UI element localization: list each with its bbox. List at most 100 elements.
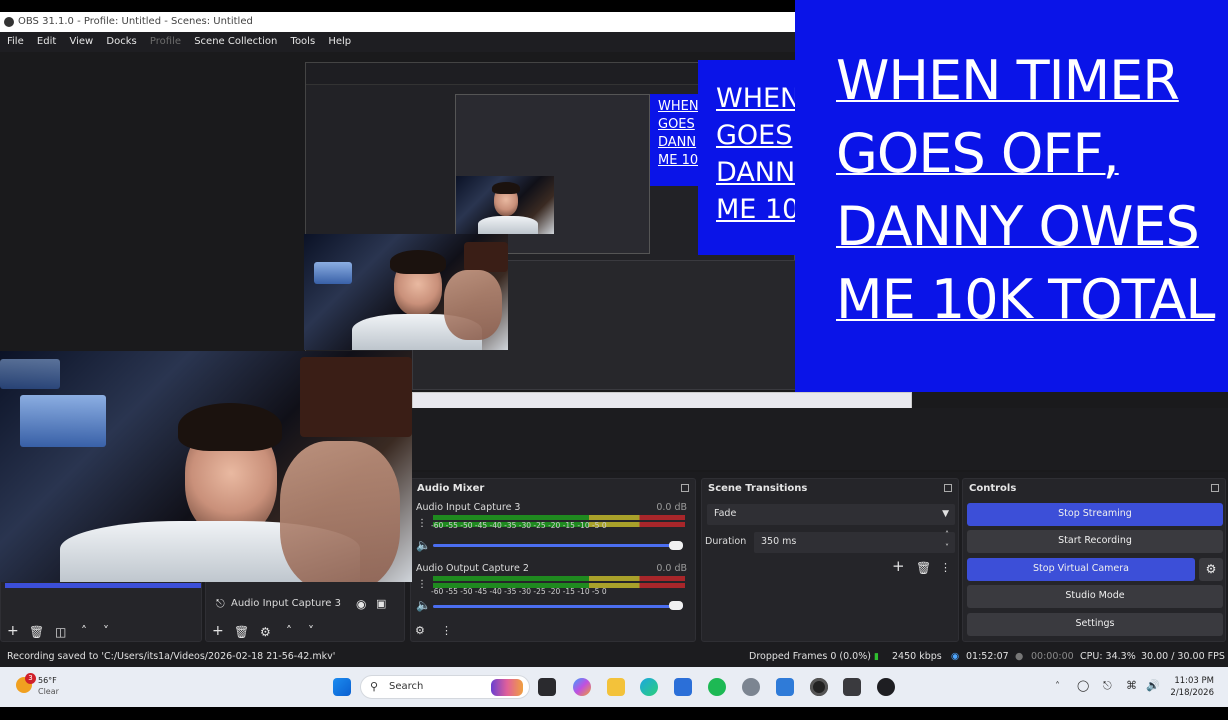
window-title: OBS 31.1.0 - Profile: Untitled - Scenes:… <box>18 16 253 27</box>
file-explorer-icon[interactable] <box>607 678 625 696</box>
scene-transitions-title: Scene Transitions <box>708 483 808 494</box>
channel-2-menu-icon[interactable]: ⋮ <box>417 579 427 591</box>
weather-temp: 56°F <box>38 676 57 685</box>
scene-filter-icon[interactable]: ◫ <box>55 626 66 638</box>
cpu-usage: CPU: 34.3% <box>1080 651 1136 662</box>
store-icon[interactable] <box>674 678 692 696</box>
overlay-line-4: ME 10K TOTAL <box>836 268 1215 331</box>
taskbar-search[interactable]: ⚲ Search <box>360 675 530 699</box>
popout-icon[interactable] <box>1211 484 1219 492</box>
add-source-icon[interactable]: + <box>212 624 224 638</box>
fps: 30.00 / 30.00 FPS <box>1141 651 1225 662</box>
duration-spinbox[interactable]: 350 ms ˄ ˅ <box>754 530 955 553</box>
audio-mixer-title: Audio Mixer <box>417 483 485 494</box>
popout-icon[interactable] <box>681 484 689 492</box>
dropped-frames: Dropped Frames 0 (0.0%) <box>749 651 871 662</box>
clock-app-icon[interactable] <box>843 678 861 696</box>
move-up-icon[interactable]: ˄ <box>286 625 292 637</box>
mixer-settings-icon[interactable]: ⚙ <box>415 625 425 637</box>
stop-virtual-camera-button[interactable]: Stop Virtual Camera <box>967 558 1195 581</box>
scene-transitions-dock: Scene Transitions Fade ▼ Duration 350 ms… <box>701 478 959 642</box>
menu-tools[interactable]: Tools <box>291 36 316 47</box>
tray-chevron-icon[interactable]: ˄ <box>1055 681 1060 693</box>
signal-bars-icon: ▮ <box>874 652 879 662</box>
wifi-icon[interactable]: ⌘ <box>1126 680 1137 692</box>
channel-2-volume-slider[interactable] <box>433 605 683 608</box>
edge-icon[interactable] <box>640 678 658 696</box>
weather-widget[interactable]: 3 56°F Clear <box>14 673 74 701</box>
webcam-feed-mid <box>304 234 508 350</box>
transition-select-value: Fade <box>714 508 737 519</box>
remove-transition-icon[interactable]: 🗑 <box>916 562 931 574</box>
channel-1-volume-knob[interactable] <box>669 541 683 550</box>
gear-icon: ⚙ <box>1205 562 1217 576</box>
chevron-down-icon: ▼ <box>942 509 949 519</box>
virtual-camera-settings-button[interactable]: ⚙ <box>1199 558 1223 581</box>
stop-streaming-button[interactable]: Stop Streaming <box>967 503 1223 526</box>
spotify-icon[interactable] <box>708 678 726 696</box>
channel-1-name: Audio Input Capture 3 <box>416 502 521 513</box>
overlay-line-3: DANNY OWES <box>836 195 1200 258</box>
remove-source-icon[interactable]: 🗑 <box>234 626 249 638</box>
settings-gear-icon[interactable] <box>742 678 760 696</box>
channel-2-name: Audio Output Capture 2 <box>416 563 529 574</box>
channel-2-volume-knob[interactable] <box>669 601 683 610</box>
menu-view[interactable]: View <box>69 36 93 47</box>
taskbar-clock[interactable]: 11:03 PM 2/18/2026 <box>1164 674 1218 700</box>
overlay-line-1: WHEN TIMER <box>836 49 1180 112</box>
status-bar: Recording saved to 'C:/Users/its1a/Video… <box>0 647 1228 667</box>
tray-network-icon[interactable]: ◯ <box>1077 680 1089 692</box>
menu-edit[interactable]: Edit <box>37 36 56 47</box>
obs-taskbar-icon[interactable] <box>810 678 828 696</box>
bitrate: 2450 kbps <box>892 651 942 662</box>
menu-file[interactable]: File <box>7 36 24 47</box>
studio-mode-button[interactable]: Studio Mode <box>967 585 1223 608</box>
popout-icon[interactable] <box>944 484 952 492</box>
menu-help[interactable]: Help <box>328 36 351 47</box>
visibility-eye-icon[interactable]: ◉ <box>356 598 366 610</box>
tray-mic-icon[interactable]: ⎋ <box>1103 680 1112 692</box>
record-indicator-icon: ● <box>1015 651 1024 662</box>
add-transition-icon[interactable]: + <box>892 559 905 574</box>
task-view-icon[interactable] <box>538 678 556 696</box>
copilot-icon[interactable] <box>573 678 591 696</box>
source-item[interactable]: ⎋ Audio Input Capture 3 ◉ ▣ <box>212 595 400 613</box>
spin-arrows-icon[interactable]: ˄ ˅ <box>945 528 949 554</box>
channel-2-speaker-icon[interactable]: 🔈 <box>416 599 431 611</box>
source-properties-icon[interactable]: ⚙ <box>260 626 271 638</box>
add-scene-icon[interactable]: + <box>7 624 19 638</box>
stream-indicator-icon: ◉ <box>951 651 960 662</box>
remote-desktop-icon[interactable] <box>776 678 794 696</box>
remove-scene-icon[interactable]: 🗑 <box>29 626 44 638</box>
mixer-menu-icon[interactable]: ⋮ <box>441 625 452 637</box>
start-button-icon[interactable] <box>333 678 351 696</box>
menu-profile[interactable]: Profile <box>150 36 181 47</box>
search-icon: ⚲ <box>370 680 379 693</box>
channel-1-meter <box>433 515 685 520</box>
scene-down-icon[interactable]: ˅ <box>103 625 109 637</box>
channel-1-menu-icon[interactable]: ⋮ <box>417 518 427 530</box>
weather-badge: 3 <box>25 673 36 684</box>
menu-docks[interactable]: Docks <box>106 36 136 47</box>
scene-up-icon[interactable]: ˄ <box>81 625 87 637</box>
media-player-icon[interactable] <box>877 678 895 696</box>
channel-1-volume-slider[interactable] <box>433 544 683 547</box>
settings-button[interactable]: Settings <box>967 613 1223 636</box>
volume-icon[interactable]: 🔊 <box>1146 680 1160 692</box>
lock-icon[interactable]: ▣ <box>376 598 386 610</box>
webcam-feed-nested <box>456 176 554 234</box>
audio-mixer-dock: Audio Mixer Audio Input Capture 3 0.0 dB… <box>410 478 696 642</box>
search-placeholder: Search <box>389 681 424 692</box>
menu-scene-collection[interactable]: Scene Collection <box>194 36 277 47</box>
transition-select[interactable]: Fade ▼ <box>707 504 955 525</box>
empty-panel-area <box>412 408 1228 470</box>
record-time: 00:00:00 <box>1031 651 1074 662</box>
transition-menu-icon[interactable]: ⋮ <box>940 562 951 574</box>
start-recording-button[interactable]: Start Recording <box>967 530 1223 553</box>
move-down-icon[interactable]: ˅ <box>308 625 314 637</box>
controls-title: Controls <box>969 483 1017 494</box>
channel-2-meter <box>433 576 685 581</box>
scene-selected-row[interactable] <box>5 583 201 588</box>
channel-1-speaker-icon[interactable]: 🔈 <box>416 539 431 551</box>
channel-2-db: 0.0 dB <box>656 563 687 574</box>
